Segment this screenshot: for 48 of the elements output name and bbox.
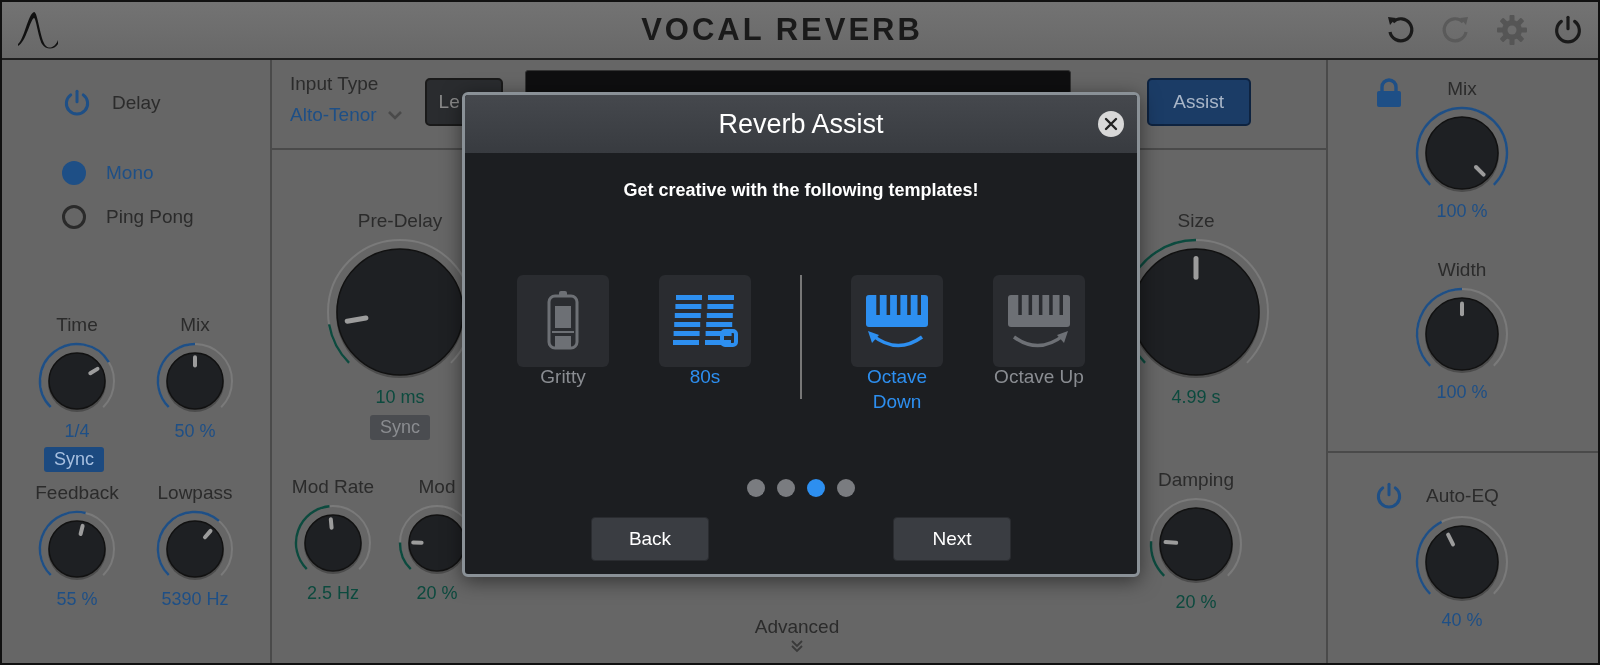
knob-label: Damping [1157, 469, 1234, 491]
close-icon [1104, 117, 1118, 131]
knob-label: Lowpass [157, 482, 233, 504]
knob-label: Mod Rate [291, 476, 375, 498]
knob-value: 50 % [174, 421, 216, 441]
striped-icon [672, 295, 738, 347]
knob-value: 40 % [1441, 610, 1483, 630]
knob-label: Mix [180, 314, 210, 336]
page-dot[interactable] [747, 479, 765, 497]
knob-label: Feedback [35, 482, 119, 504]
knob-label: Width [1437, 259, 1487, 281]
knob-label: Pre-Delay [357, 210, 443, 232]
close-button[interactable] [1098, 111, 1124, 137]
knob-value: 55 % [56, 589, 98, 609]
sync-button[interactable]: Sync [44, 447, 105, 472]
field-label: Input Type [290, 73, 380, 95]
page-dot[interactable] [807, 479, 825, 497]
knob-label: Mix [1447, 78, 1477, 100]
keyboard-arrow-icon [1006, 293, 1072, 349]
knob-value: 100 % [1436, 382, 1488, 402]
section-label: Delay [112, 92, 161, 114]
assist-button[interactable]: Assist [1146, 78, 1251, 126]
logo-icon [16, 10, 60, 50]
knob-value: 10 ms [375, 387, 425, 407]
page-dot[interactable] [837, 479, 855, 497]
chevron-down-icon [386, 110, 403, 120]
knob-label: Size [1177, 210, 1215, 232]
tube-icon [546, 290, 580, 352]
double-chevron-icon [790, 639, 804, 653]
knob-value: 1/4 [64, 421, 90, 441]
modal-title: Reverb Assist [718, 108, 884, 140]
knob-value: 20 % [1175, 592, 1217, 612]
nav-button[interactable]: Next [893, 517, 1011, 561]
knob-value: 2.5 Hz [307, 583, 359, 603]
knob-value: 100 % [1436, 201, 1488, 221]
knob-value: 4.99 s [1171, 387, 1221, 407]
power-icon[interactable] [1552, 14, 1584, 46]
modal-subtitle: Get creative with the following templates! [622, 180, 980, 201]
knob-value: 5390 Hz [161, 589, 229, 609]
knob-label: Mod [418, 476, 456, 498]
section-label: Auto-EQ [1426, 485, 1499, 507]
knob-label: Time [56, 314, 98, 336]
nav-button[interactable]: Back [591, 517, 709, 561]
app-title: VOCAL REVERB [640, 12, 924, 48]
sync-button[interactable]: Sync [370, 415, 430, 440]
keyboard-arrow-icon [864, 293, 930, 349]
knob-value: 20 % [416, 583, 458, 603]
page-dot[interactable] [777, 479, 795, 497]
